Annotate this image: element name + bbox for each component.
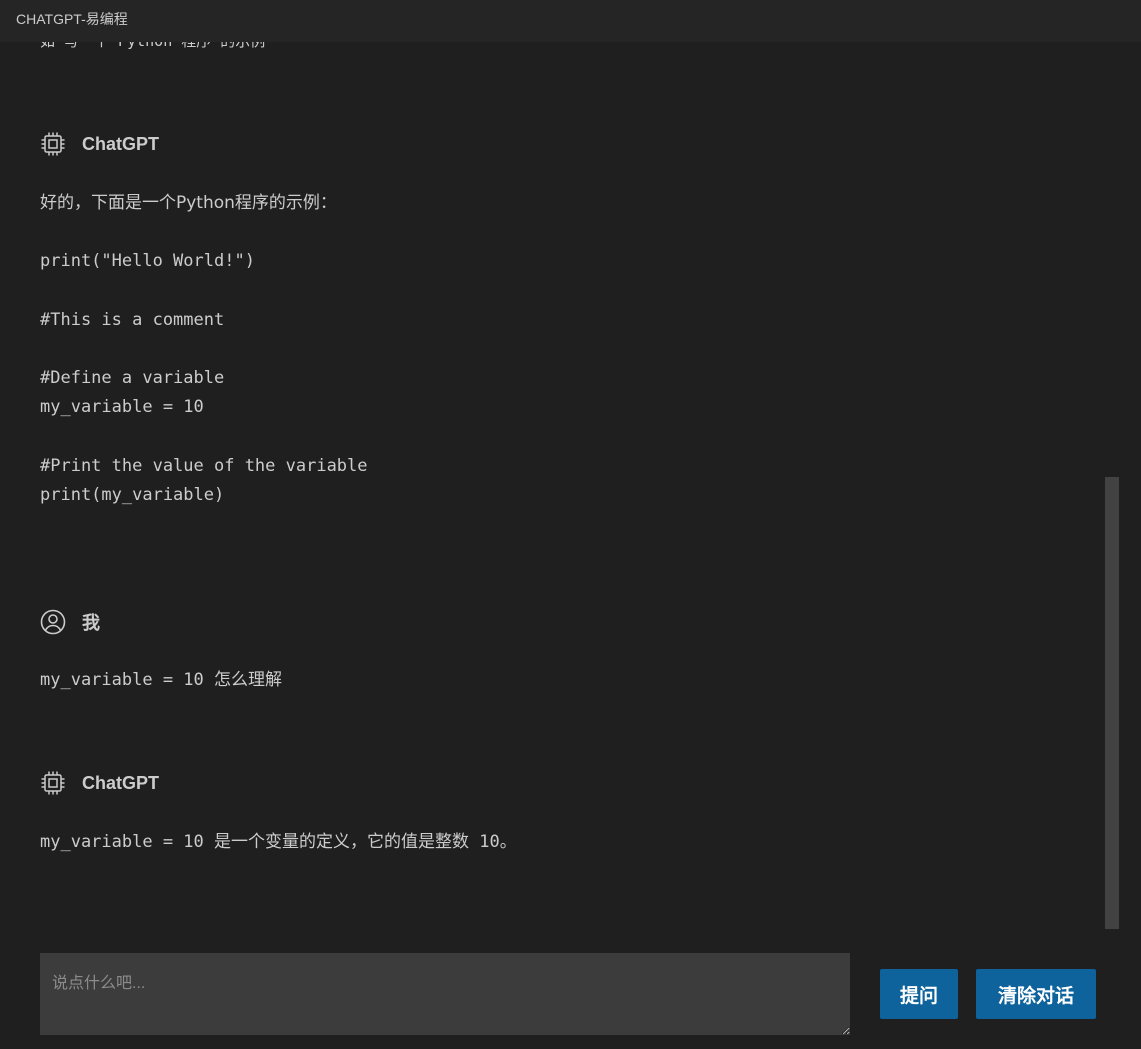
message-input[interactable] — [40, 953, 850, 1035]
code-line: print("Hello World!") — [40, 251, 255, 271]
message-author: ChatGPT — [82, 772, 160, 793]
code-line: print(my_variable) — [40, 485, 225, 505]
title-bar: CHATGPT-易编程 — [0, 0, 1141, 42]
message-text: my_variable = 10 怎么理解 — [40, 670, 282, 690]
code-line: my_variable = 10 — [40, 397, 204, 417]
code-line: #Define a variable — [40, 368, 225, 388]
window-title: CHATGPT-易编程 — [16, 11, 128, 27]
chip-icon — [40, 770, 66, 796]
chip-icon — [40, 131, 66, 157]
ask-button[interactable]: 提问 — [880, 969, 958, 1019]
message-header-chatgpt: ChatGPT — [40, 770, 159, 796]
code-line: #This is a comment — [40, 310, 225, 330]
previous-message-fragment: 如 写一个 Python 程序 的示例 — [40, 42, 265, 51]
chat-log: 如 写一个 Python 程序 的示例 ChatGPT 好的，下面是一个Pyth… — [0, 42, 1104, 930]
code-line: #Print the value of the variable — [40, 456, 368, 476]
clear-conversation-button[interactable]: 清除对话 — [976, 969, 1096, 1019]
message-author: ChatGPT — [82, 133, 160, 154]
user-icon — [40, 609, 66, 635]
message-text: my_variable = 10 是一个变量的定义，它的值是整数 10。 — [40, 832, 517, 852]
message-text: 好的，下面是一个Python程序的示例： — [40, 193, 337, 213]
scrollbar-thumb[interactable] — [1105, 477, 1119, 929]
message-header-user: 我 — [40, 609, 100, 635]
message-author: 我 — [82, 613, 100, 633]
message-header-chatgpt: ChatGPT — [40, 131, 159, 157]
